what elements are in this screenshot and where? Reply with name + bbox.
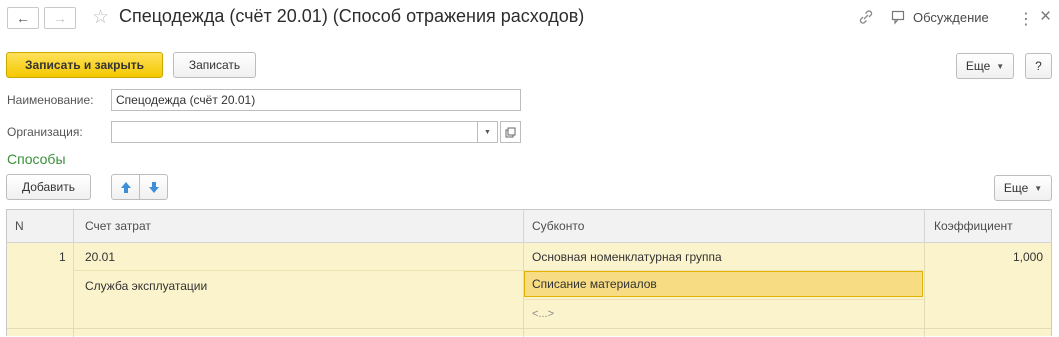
move-down-button[interactable] xyxy=(139,174,168,200)
save-and-close-button[interactable]: Записать и закрыть xyxy=(6,52,163,78)
link-icon[interactable] xyxy=(857,8,875,29)
chevron-down-icon: ▼ xyxy=(996,61,1005,71)
move-up-button[interactable] xyxy=(111,174,140,200)
name-field[interactable]: Спецодежда (счёт 20.01) xyxy=(111,89,521,111)
more-menu-label: Еще xyxy=(965,59,991,73)
coefficient-cell[interactable]: 1,000 xyxy=(1013,250,1043,264)
arrow-up-icon xyxy=(120,181,131,193)
methods-table: N Счет затрат Субконто Коэффициент 1 20.… xyxy=(6,209,1052,337)
organization-open-button[interactable] xyxy=(500,121,521,143)
open-window-icon xyxy=(505,127,516,137)
discussion-link[interactable]: Обсуждение xyxy=(913,10,989,25)
column-header-subconto[interactable]: Субконто xyxy=(532,219,584,233)
chevron-down-icon: ▼ xyxy=(484,128,491,136)
name-label: Наименование: xyxy=(7,93,94,107)
page-title: Спецодежда (счёт 20.01) (Способ отражени… xyxy=(119,6,585,26)
methods-more-label: Еще xyxy=(1003,181,1029,195)
subconto-cell-2-selected[interactable]: Списание материалов xyxy=(524,271,923,297)
subconto-cell-1[interactable]: Основная номенклатурная группа xyxy=(532,250,722,264)
column-header-account[interactable]: Счет затрат xyxy=(85,219,151,233)
forward-button[interactable]: → xyxy=(44,7,76,29)
more-menu-button[interactable]: Еще ▼ xyxy=(956,53,1014,79)
chevron-down-icon: ▼ xyxy=(1034,183,1043,193)
methods-group-title: Способы xyxy=(7,151,66,167)
organization-field[interactable] xyxy=(111,121,498,143)
more-vertical-icon[interactable]: ⋮ xyxy=(1018,9,1034,29)
arrow-down-icon xyxy=(148,181,159,193)
organization-label: Организация: xyxy=(7,125,83,139)
account-sub-cell[interactable]: Служба эксплуатации xyxy=(85,279,207,293)
column-header-coefficient[interactable]: Коэффициент xyxy=(934,219,1013,233)
table-header: N Счет затрат Субконто Коэффициент xyxy=(7,210,1051,243)
save-button-label: Записать xyxy=(188,58,241,72)
methods-more-button[interactable]: Еще ▼ xyxy=(994,175,1052,201)
close-icon[interactable]: × xyxy=(1040,6,1051,28)
subconto-cell-3[interactable]: <...> xyxy=(532,308,554,320)
row-number: 1 xyxy=(59,250,66,264)
back-button[interactable]: ← xyxy=(7,7,39,29)
arrow-right-icon: → xyxy=(53,10,67,26)
account-cell[interactable]: 20.01 xyxy=(85,250,115,264)
help-button[interactable]: ? xyxy=(1025,53,1052,79)
save-button[interactable]: Записать xyxy=(173,52,256,78)
add-button[interactable]: Добавить xyxy=(6,174,91,200)
star-icon[interactable]: ☆ xyxy=(92,6,109,29)
discussion-icon[interactable] xyxy=(891,10,907,28)
arrow-left-icon: ← xyxy=(16,10,30,26)
column-header-n[interactable]: N xyxy=(15,219,24,233)
organization-dropdown-button[interactable]: ▼ xyxy=(477,121,498,143)
